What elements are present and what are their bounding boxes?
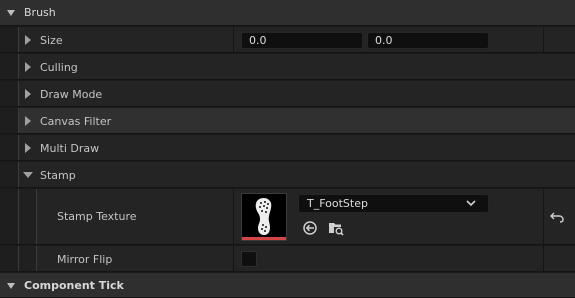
expand-arrow-icon[interactable] [25, 62, 31, 72]
property-row-draw-mode[interactable]: Draw Mode [0, 81, 575, 107]
component-tick-section-header[interactable]: Component Tick [0, 273, 575, 298]
expand-arrow-icon[interactable] [25, 116, 31, 126]
expand-arrow-icon[interactable] [25, 35, 31, 45]
property-row-culling[interactable]: Culling [0, 54, 575, 80]
find-in-browser-icon[interactable] [328, 220, 344, 236]
property-label-multi-draw: Multi Draw [40, 142, 100, 155]
property-label-mirror-flip: Mirror Flip [57, 253, 113, 266]
size-y-input[interactable]: 0.0 [367, 32, 489, 49]
property-label-canvas-filter: Canvas Filter [40, 115, 112, 128]
chevron-down-icon [466, 200, 476, 207]
property-label-stamp-texture: Stamp Texture [57, 210, 137, 223]
brush-section-label: Brush [24, 6, 56, 19]
property-row-multi-draw[interactable]: Multi Draw [0, 135, 575, 161]
collapse-arrow-icon[interactable] [7, 283, 15, 289]
property-row-canvas-filter[interactable]: Canvas Filter [0, 108, 575, 134]
mirror-flip-checkbox[interactable] [241, 251, 257, 267]
collapse-arrow-icon[interactable] [23, 172, 33, 178]
reset-to-default-icon[interactable] [549, 209, 565, 225]
property-row-size: Size 0.0 0.0 [0, 27, 575, 53]
expand-arrow-icon[interactable] [25, 143, 31, 153]
browse-arrow-icon[interactable] [302, 220, 318, 236]
stamp-texture-asset-name: T_FootStep [307, 197, 368, 210]
footstep-thumbnail-image [255, 198, 272, 235]
property-label-size: Size [40, 34, 63, 47]
collapse-arrow-icon[interactable] [7, 10, 15, 16]
property-row-stamp[interactable]: Stamp [0, 162, 575, 188]
component-tick-section-label: Component Tick [24, 278, 124, 292]
property-label-stamp: Stamp [40, 169, 76, 182]
brush-section-header[interactable]: Brush [0, 0, 575, 26]
stamp-texture-thumbnail[interactable] [241, 193, 287, 241]
expand-arrow-icon[interactable] [25, 89, 31, 99]
property-row-mirror-flip: Mirror Flip [0, 246, 575, 272]
stamp-texture-asset-dropdown[interactable]: T_FootStep [298, 194, 489, 213]
size-x-input[interactable]: 0.0 [241, 32, 363, 49]
property-label-culling: Culling [40, 61, 78, 74]
property-label-draw-mode: Draw Mode [40, 88, 103, 101]
